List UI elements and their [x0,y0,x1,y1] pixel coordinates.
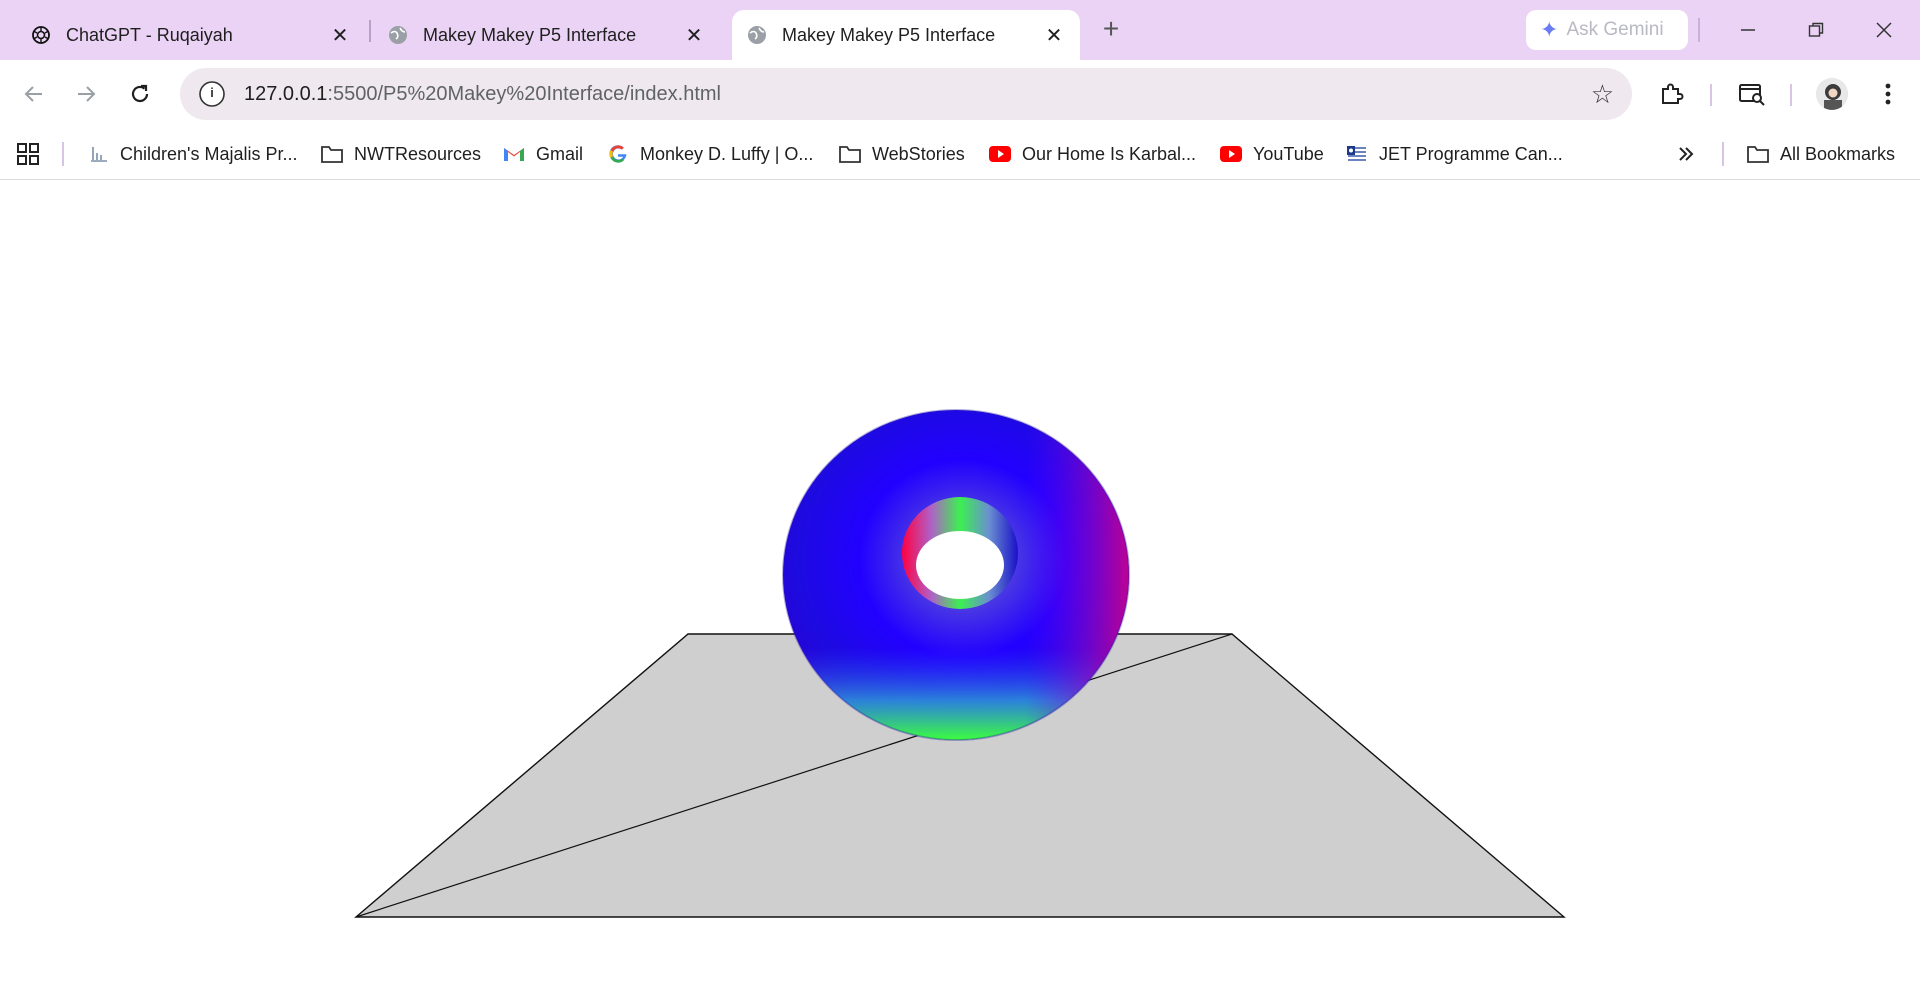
bookmark-gmail[interactable]: Gmail [502,138,583,170]
apps-grid-icon [17,143,39,165]
divider [1722,142,1724,166]
back-arrow-icon [24,86,42,102]
gemini-label: Ask Gemini [1566,19,1664,40]
menu-button[interactable] [1868,74,1908,114]
apps-button[interactable] [16,138,40,170]
url-text[interactable]: 127.0.0.1:5500/P5%20Makey%20Interface/in… [244,83,721,106]
youtube-icon [1219,142,1243,166]
bookmark-label: JET Programme Can... [1379,143,1563,164]
address-bar[interactable]: i 127.0.0.1:5500/P5%20Makey%20Interface/… [180,68,1632,120]
bookmark-label: WebStories [872,143,965,164]
tab-title: Makey Makey P5 Interface [782,24,996,45]
close-window-button[interactable] [1862,8,1906,52]
bookmark-star-icon[interactable]: ☆ [1591,80,1614,108]
tab-makey-1[interactable]: Makey Makey P5 Interface ✕ [373,10,720,60]
bookmark-nwtresources[interactable]: NWTResources [320,138,481,170]
new-tab-button[interactable]: + [1096,13,1126,44]
tab-search-icon [1739,84,1765,106]
globe-icon [746,24,768,46]
all-bookmarks-button[interactable]: All Bookmarks [1746,138,1895,170]
reload-button[interactable] [120,74,160,114]
bookmark-label: Our Home Is Karbal... [1022,143,1197,164]
p5-canvas[interactable] [0,181,1920,1008]
chatgpt-icon [30,24,52,46]
back-button[interactable] [14,74,54,114]
folder-icon [320,142,344,166]
bookmark-webstories[interactable]: WebStories [838,138,965,170]
torus [782,409,1130,741]
close-icon[interactable]: ✕ [328,23,352,47]
puzzle-icon [1662,83,1684,104]
close-icon[interactable]: ✕ [1042,23,1066,47]
bookmark-monkey-d-luffy[interactable]: Monkey D. Luffy | O... [606,138,813,170]
divider [1698,18,1700,42]
tab-title: Makey Makey P5 Interface [423,24,637,45]
extensions-button[interactable] [1652,74,1692,114]
bookmark-label: NWTResources [354,143,482,164]
bookmark-jet-programme[interactable]: JET Programme Can... [1345,138,1563,170]
bookmarks-bar: Children's Majalis Pr... NWTResources Gm… [0,128,1920,180]
gemini-sparkle-icon: ✦ [1540,17,1559,42]
minimize-button[interactable] [1726,8,1770,52]
ask-gemini-button[interactable]: ✦ Ask Gemini [1526,10,1688,50]
kebab-menu-icon [1885,83,1891,105]
bookmark-label: Gmail [536,143,584,164]
folder-icon [838,142,862,166]
tab-chatgpt[interactable]: ChatGPT - Ruqaiyah ✕ [16,10,366,60]
jet-icon [1345,142,1369,166]
bookmark-childrens-majalis[interactable]: Children's Majalis Pr... [86,138,298,170]
divider [62,142,64,166]
page-content [0,181,1920,1008]
reload-icon [131,84,149,103]
divider [1710,84,1712,106]
all-bookmarks-label: All Bookmarks [1780,143,1896,164]
tab-title: ChatGPT - Ruqaiyah [66,24,233,45]
more-bookmarks-button[interactable] [1676,138,1696,170]
youtube-icon [988,142,1012,166]
profile-avatar[interactable] [1816,78,1848,110]
google-icon [606,142,630,166]
navigation-toolbar: i 127.0.0.1:5500/P5%20Makey%20Interface/… [0,60,1920,128]
tab-makey-active[interactable]: Makey Makey P5 Interface ✕ [732,10,1080,60]
bookmark-youtube[interactable]: YouTube [1219,138,1324,170]
close-icon[interactable]: ✕ [682,23,706,47]
divider [1790,84,1792,106]
gmail-icon [502,142,526,166]
page-icon [86,142,110,166]
forward-arrow-icon [78,86,96,102]
restore-button[interactable] [1794,8,1838,52]
browser-window: ChatGPT - Ruqaiyah ✕ Makey Makey P5 Inte… [0,0,1920,1008]
bookmark-label: Monkey D. Luffy | O... [640,143,814,164]
cast-search-button[interactable] [1732,74,1772,114]
site-info-icon[interactable]: i [199,81,225,107]
tab-strip: ChatGPT - Ruqaiyah ✕ Makey Makey P5 Inte… [0,0,1920,60]
bookmark-label: Children's Majalis Pr... [120,143,298,164]
forward-button[interactable] [66,74,106,114]
chevron-double-right-icon [1679,147,1694,161]
globe-icon [387,24,409,46]
folder-icon [1746,142,1770,166]
bookmark-label: YouTube [1253,143,1324,164]
tab-divider [369,20,371,42]
bookmark-our-home-is-karbala[interactable]: Our Home Is Karbal... [988,138,1196,170]
